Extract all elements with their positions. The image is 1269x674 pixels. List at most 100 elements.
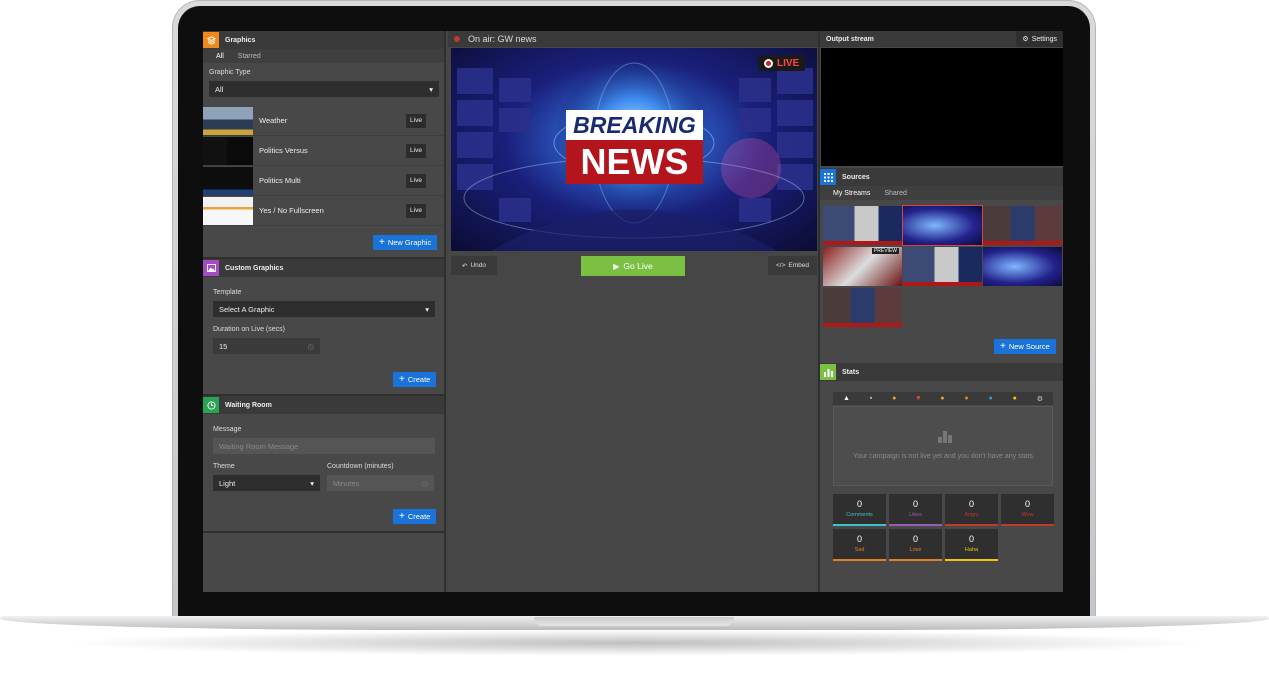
- source-thumbnail[interactable]: [983, 247, 1062, 286]
- yes-no-thumbnail: [203, 196, 253, 225]
- live-button[interactable]: Live: [406, 113, 426, 128]
- live-button[interactable]: Live: [406, 203, 426, 218]
- like-icon[interactable]: ●: [892, 395, 896, 402]
- graphic-row-weather[interactable]: Weather Live: [203, 106, 444, 136]
- on-air-label: On air: GW news: [468, 34, 537, 44]
- image-icon: [203, 260, 219, 276]
- go-live-button[interactable]: ▶ Go Live: [581, 256, 685, 276]
- graphic-name: Yes / No Fullscreen: [259, 206, 324, 215]
- settings-button[interactable]: ⚙ Settings: [1016, 31, 1063, 47]
- caret-down-icon: ▾: [429, 84, 433, 94]
- wow-icon[interactable]: ●: [964, 395, 968, 402]
- message-label: Message: [213, 426, 242, 433]
- stat-label: Angry: [964, 512, 979, 518]
- new-graphic-button[interactable]: + New Graphic: [373, 235, 438, 250]
- tab-my-streams[interactable]: My Streams: [833, 190, 870, 197]
- sources-header: Sources: [820, 168, 1063, 186]
- caret-down-icon: ▾: [425, 304, 429, 314]
- comment-icon[interactable]: ▪: [870, 395, 872, 402]
- graphic-row-politics-versus[interactable]: Politics Versus Live: [203, 136, 444, 166]
- stats-tabs: ▲ ▪ ● ♥ ● ● ● ● ⚙: [833, 392, 1053, 405]
- stat-value: 0: [968, 499, 974, 509]
- graphic-row-politics-multi[interactable]: Politics Multi Live: [203, 166, 444, 196]
- laptop-shadow: [60, 630, 1210, 656]
- stat-underline: [945, 559, 998, 561]
- sad-icon[interactable]: ●: [988, 395, 992, 402]
- duration-input[interactable]: 15 ◷: [213, 338, 320, 354]
- create-waiting-room-button[interactable]: + Create: [393, 509, 437, 524]
- plus-icon: +: [1000, 341, 1006, 352]
- heart-icon[interactable]: ♥: [916, 395, 920, 402]
- live-badge: LIVE: [758, 55, 806, 71]
- stat-underline: [1001, 524, 1054, 526]
- stat-card-comments: 0 Comments: [833, 494, 886, 526]
- sources-title: Sources: [842, 173, 870, 181]
- clock-icon: ◷: [307, 341, 314, 351]
- grid-icon: [820, 169, 836, 185]
- bar-chart-icon: [820, 364, 836, 380]
- embed-label: Embed: [788, 262, 809, 269]
- source-thumbnail[interactable]: [823, 288, 902, 327]
- create-label: Create: [407, 375, 431, 384]
- waiting-room-message-input[interactable]: Waiting Room Message: [213, 438, 435, 454]
- live-button[interactable]: Live: [406, 173, 426, 188]
- live-badge-label: LIVE: [777, 57, 800, 69]
- graphic-type-select[interactable]: All ▾: [209, 81, 439, 97]
- source-thumbnail[interactable]: PREVIEW: [823, 247, 902, 286]
- caret-down-icon: ▾: [310, 478, 314, 488]
- new-source-button[interactable]: + New Source: [994, 339, 1056, 354]
- graphic-type-label: Graphic Type: [209, 69, 251, 76]
- haha-icon[interactable]: ●: [1013, 395, 1017, 402]
- template-select[interactable]: Select A Graphic ▾: [213, 301, 435, 317]
- angry-icon[interactable]: ●: [940, 395, 944, 402]
- clock-icon: ◷: [421, 478, 428, 488]
- live-button[interactable]: Live: [406, 143, 426, 158]
- theme-select[interactable]: Light ▾: [213, 475, 320, 491]
- stat-value: 0: [968, 534, 974, 544]
- custom-graphics-title: Custom Graphics: [225, 264, 284, 272]
- breaking-text: BREAKING: [573, 111, 696, 138]
- gear-icon[interactable]: ⚙: [1037, 395, 1043, 403]
- waiting-room-title: Waiting Room: [225, 401, 272, 409]
- politics-multi-thumbnail: [203, 166, 253, 195]
- politics-versus-thumbnail: [203, 136, 253, 165]
- theme-value: Light: [219, 478, 236, 488]
- stat-value: 0: [912, 534, 918, 544]
- play-icon: ▶: [613, 261, 620, 271]
- tab-starred[interactable]: Starred: [238, 53, 261, 60]
- countdown-input[interactable]: Minutes ◷: [327, 475, 434, 491]
- undo-button[interactable]: ↶ Undo: [451, 256, 497, 275]
- tab-all[interactable]: All: [216, 53, 224, 60]
- countdown-placeholder: Minutes: [333, 478, 360, 488]
- preview-badge: PREVIEW: [871, 248, 899, 254]
- stat-label: Likes: [909, 512, 922, 518]
- source-thumbnail[interactable]: [903, 247, 982, 286]
- settings-label: Settings: [1031, 35, 1057, 43]
- middle-column: On air: GW news LIVE BREAKING NEWS ↶ Und…: [448, 31, 818, 592]
- duration-value: 15: [219, 341, 228, 351]
- graphic-name: Politics Multi: [259, 176, 301, 185]
- stat-label: Haha: [964, 547, 979, 553]
- stat-card-wow: 0 Wow: [1001, 494, 1054, 526]
- tab-shared[interactable]: Shared: [884, 190, 907, 197]
- graphics-header: Graphics: [203, 31, 444, 49]
- embed-button[interactable]: </> Embed: [768, 256, 817, 275]
- clock-icon: [203, 397, 219, 413]
- create-custom-graphic-button[interactable]: + Create: [393, 372, 437, 387]
- on-air-bar: On air: GW news: [448, 31, 818, 47]
- output-stream-title: Output stream: [826, 35, 874, 43]
- source-thumbnail[interactable]: [902, 205, 983, 246]
- stat-label: Sad: [854, 547, 865, 553]
- source-thumbnail[interactable]: [983, 206, 1062, 245]
- area-chart-icon[interactable]: ▲: [843, 395, 850, 402]
- plus-icon: +: [399, 511, 405, 522]
- stats-header: Stats: [820, 363, 1063, 381]
- stats-empty-state: Your campaign is not live yet and you do…: [833, 406, 1053, 486]
- undo-icon: ↶: [462, 262, 468, 270]
- countdown-label: Countdown (minutes): [327, 463, 394, 470]
- left-column: Graphics All Starred Graphic Type All ▾ …: [203, 31, 446, 592]
- source-thumbnail[interactable]: [823, 206, 902, 245]
- graphic-row-yes-no-fullscreen[interactable]: Yes / No Fullscreen Live: [203, 196, 444, 226]
- laptop-base-notch: [534, 617, 734, 626]
- news-banner: NEWS: [566, 140, 703, 184]
